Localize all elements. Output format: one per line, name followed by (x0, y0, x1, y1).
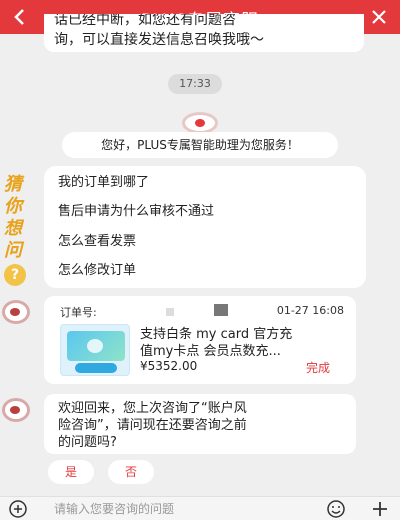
bot-avatar (0, 394, 38, 428)
redacted-block (166, 308, 174, 316)
product-name-line: 值my卡点 会员点数充... (140, 344, 281, 359)
bot-avatar (0, 296, 38, 330)
product-name-line: 支持白条 my card 官方充 (140, 327, 293, 342)
order-status: 完成 (305, 361, 330, 375)
message-line: 欢迎回来，您上次咨询了“账户风 (58, 401, 247, 416)
timestamp-pill: 17:33 (168, 74, 222, 94)
message-line: 询，可以直接发送信息召唤我哦～ (54, 32, 264, 48)
yes-button[interactable]: 是 (48, 460, 94, 484)
add-icon[interactable] (370, 499, 390, 519)
product-thumbnail (60, 324, 130, 376)
message-line: 的问题吗? (58, 435, 117, 450)
faq-item-modify-order[interactable]: 怎么修改订单 (58, 263, 136, 279)
emoji-icon[interactable] (326, 499, 346, 519)
greeting-bubble: 您好，PLUS专属智能助理为您服务！ (62, 132, 338, 158)
faq-item-order-location[interactable]: 我的订单到哪了 (58, 175, 149, 191)
message-line: 话已经中断，如您还有问题咨 (54, 14, 236, 28)
close-icon[interactable] (370, 8, 388, 26)
product-name: 支持白条 my card 官方充 值my卡点 会员点数充... (140, 326, 340, 360)
card-amount-badge (75, 363, 117, 373)
guess-char: 问 (4, 240, 22, 261)
order-number-label: 订单号: (60, 306, 97, 319)
order-time: 01-27 16:08 (276, 304, 344, 317)
card-image (67, 331, 125, 361)
message-input[interactable] (54, 499, 314, 519)
faq-bubble: 我的订单到哪了 售后申请为什么审核不通过 怎么查看发票 怎么修改订单 (44, 166, 366, 288)
message-line: 险咨询”，请问现在还要咨询之前 (58, 418, 247, 433)
no-button[interactable]: 否 (108, 460, 154, 484)
guess-label: 猜 你 想 问 ? (0, 168, 42, 286)
order-price: ¥5352.00 (140, 359, 198, 373)
faq-item-aftersale-rejected[interactable]: 售后申请为什么审核不通过 (58, 204, 214, 220)
welcome-back-message: 欢迎回来，您上次咨询了“账户风 险咨询”，请问现在还要咨询之前 的问题吗? (44, 394, 356, 454)
input-bar (0, 496, 400, 520)
bot-logo-icon (182, 112, 218, 134)
help-icon: ? (4, 264, 26, 286)
redacted-block (214, 304, 228, 316)
faq-item-view-invoice[interactable]: 怎么查看发票 (58, 234, 136, 250)
plus-circle-icon[interactable] (8, 499, 28, 519)
previous-message-bubble: 话已经中断，如您还有问题咨 询，可以直接发送信息召唤我哦～ (44, 14, 364, 52)
order-card[interactable]: 订单号: 01-27 16:08 支持白条 my card 官方充 值my卡点 … (44, 296, 356, 384)
